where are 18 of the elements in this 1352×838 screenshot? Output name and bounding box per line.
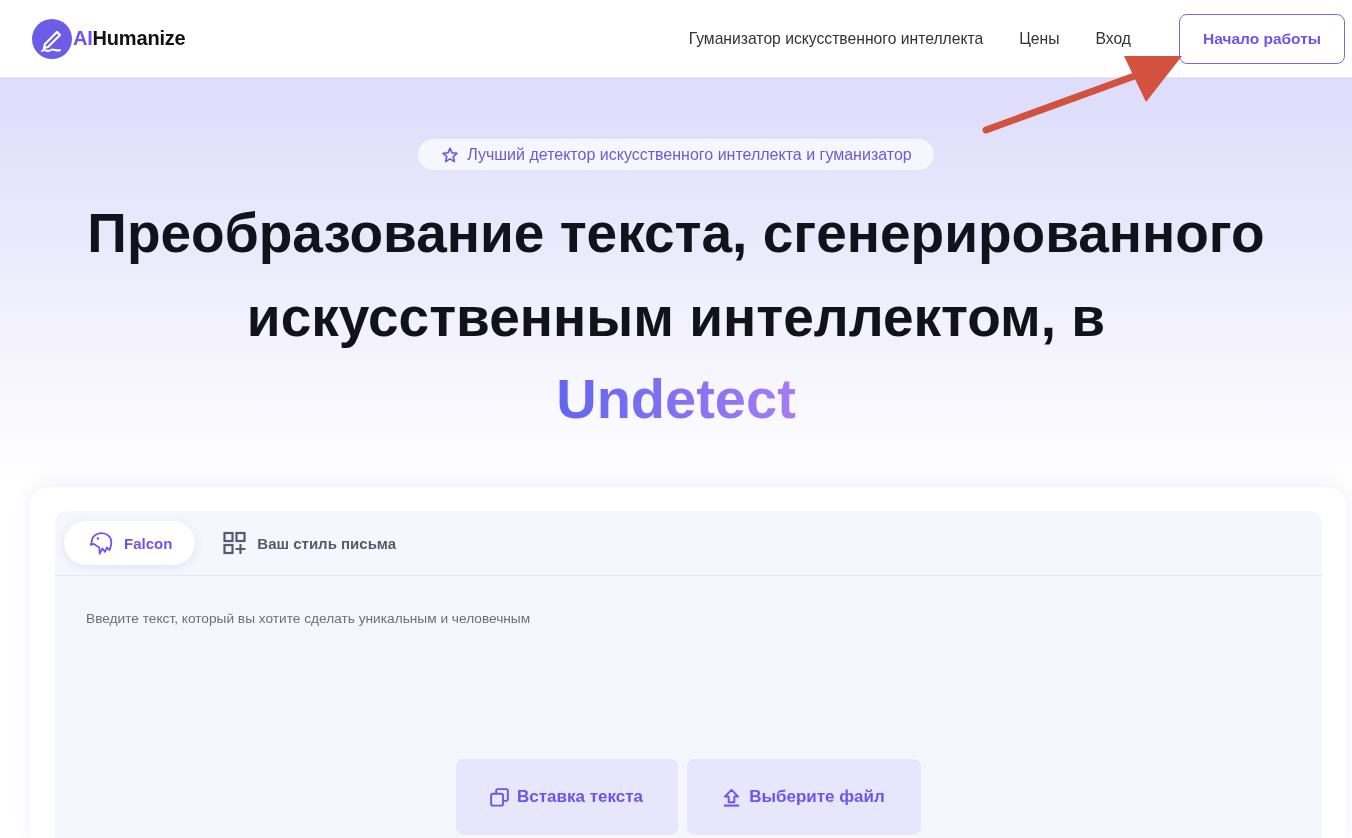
nav-link[interactable]: Цены — [1019, 29, 1060, 48]
nav-link[interactable]: Гуманизатор искусственного интеллекта — [688, 29, 984, 48]
copy-icon — [490, 787, 509, 807]
eagle-icon — [89, 531, 114, 555]
model-tab[interactable]: Falcon — [64, 521, 196, 565]
paste-text-button[interactable]: Вставка текста — [455, 759, 678, 835]
model-tab[interactable]: Ваш стиль письма — [213, 521, 405, 565]
star-icon — [442, 146, 459, 163]
text-input-field[interactable]: Введите текст, который вы хотите сделать уникальным и человечным — [55, 576, 1322, 759]
grid-plus-icon — [222, 531, 248, 555]
pencil-logo-icon[interactable] — [32, 18, 72, 59]
hero-title: Преобразование текста, сгенерированного искусственным интеллектом, в — [86, 201, 1266, 350]
logo-text[interactable]: AIHumanize — [73, 27, 186, 50]
choose-file-button[interactable]: Выберите файл — [686, 759, 921, 835]
nav-link[interactable]: Вход — [1095, 29, 1131, 48]
start-button[interactable]: Начало работы — [1179, 13, 1345, 64]
badge-text: Лучший детектор искусственного интеллекта и гуманизатор — [467, 145, 912, 164]
upload-icon — [722, 787, 742, 807]
